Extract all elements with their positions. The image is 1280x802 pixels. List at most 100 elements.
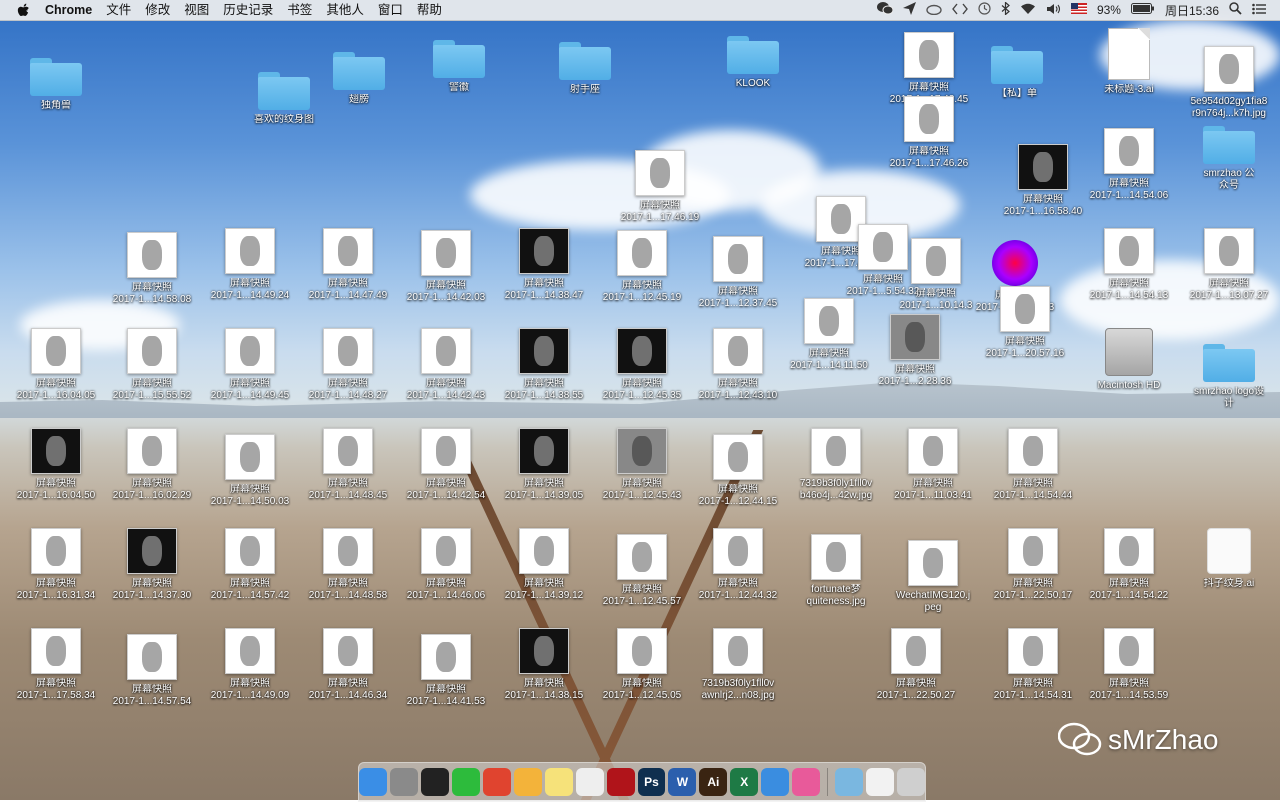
desktop-item-7319b3f0ly1fll0v[interactable]: 7319b3f0ly1fll0v awnlrj2...n08.jpg [690, 628, 786, 702]
desktop-item-屏幕快照[interactable]: 屏幕快照 2017-1...22.50.17 [985, 528, 1081, 602]
desktop-item-屏幕快照[interactable]: 屏幕快照 2017-1...12.44.32 [690, 528, 786, 602]
desktop-item-屏幕快照[interactable]: 屏幕快照 2017-1...16.04.50 [8, 428, 104, 502]
desktop-item-屏幕快照[interactable]: 屏幕快照 2017-1...14.54.22 [1081, 528, 1177, 602]
cloud-status-icon[interactable] [926, 3, 942, 18]
menu-edit[interactable]: 修改 [138, 0, 177, 20]
battery-icon[interactable] [1130, 3, 1155, 17]
desktop-item-屏幕快照[interactable]: 屏幕快照 2017-1...12.45.57 [594, 534, 690, 608]
desktop-item-屏幕快照[interactable]: 屏幕快照 2017-1...14.50.03 [202, 434, 298, 508]
desktop-item-屏幕快照[interactable]: 屏幕快照 2017-1...14.58.08 [104, 232, 200, 306]
battery-percent[interactable]: 93% [1097, 3, 1121, 17]
desktop-item-屏幕快照[interactable]: 屏幕快照 2017-1...15.55.52 [104, 328, 200, 402]
desktop-item-屏幕快照[interactable]: 屏幕快照 2017-1...22.50.27 [868, 628, 964, 702]
dock-reminders-icon[interactable] [575, 768, 604, 796]
desktop-item-屏幕快照[interactable]: 屏幕快照 2017-1...11.03.41 [885, 428, 981, 502]
desktop-item-屏幕快照[interactable]: 屏幕快照 2017-1...17.58.34 [8, 628, 104, 702]
dock-safari-icon[interactable] [761, 768, 790, 796]
desktop-item-5e954d02gy1fia8[interactable]: 5e954d02gy1fia8 r9n764j...k7h.jpg [1181, 46, 1277, 120]
dock-illustrator-icon[interactable]: Ai [699, 768, 728, 796]
desktop-item-屏幕快照[interactable]: 屏幕快照 2017-1...14.53.59 [1081, 628, 1177, 702]
input-flag-icon[interactable] [1070, 3, 1087, 17]
desktop-item-7319b3f0ly1fll0v[interactable]: 7319b3f0ly1fll0v b46o4j...42w.jpg [788, 428, 884, 502]
desktop-item-屏幕快照[interactable]: 屏幕快照 2017-1...14.42.03 [398, 230, 494, 304]
desktop-item-屏幕快照[interactable]: 屏幕快照 2017-1...16.31.34 [8, 528, 104, 602]
dock-chrome-icon[interactable] [482, 768, 511, 796]
clock[interactable]: 周日15:36 [1165, 2, 1219, 19]
desktop-item-翅膀[interactable]: 翅膀 [311, 52, 407, 106]
desktop-item-屏幕快照[interactable]: 屏幕快照 2017-1...12.43.10 [690, 328, 786, 402]
desktop-item-屏幕快照[interactable]: 屏幕快照 2017-1...14.42.43 [398, 328, 494, 402]
dock-trash-icon[interactable] [897, 768, 925, 796]
app-menu-chrome[interactable]: Chrome [38, 0, 99, 20]
desktop-item-屏幕快照[interactable]: 屏幕快照 2017-1...16.02.29 [104, 428, 200, 502]
desktop-item-屏幕快照[interactable]: 屏幕快照 2017-1...16.58.40 [995, 144, 1091, 218]
desktop-item-屏幕快照[interactable]: 屏幕快照 2017-1...12.45.19 [594, 230, 690, 304]
desktop-item-屏幕快照[interactable]: 屏幕快照 2017-1...12.45.35 [594, 328, 690, 402]
desktop-item-macintosh-hd[interactable]: Macintosh HD [1081, 328, 1177, 392]
desktop-item-屏幕快照[interactable]: 屏幕快照 2017-1...20.57.16 [977, 286, 1073, 360]
desktop-item-屏幕快照[interactable]: 屏幕快照 2017-1...14.54.44 [985, 428, 1081, 502]
dock-photos-icon[interactable] [513, 768, 542, 796]
dock-photoshop-icon[interactable]: Ps [637, 768, 666, 796]
desktop-item-屏幕快照[interactable]: 屏幕快照 2017-1...12.37.45 [690, 236, 786, 310]
desktop-item-屏幕快照[interactable]: 屏幕快照 2017-1...14.48.27 [300, 328, 396, 402]
desktop-item-屏幕快照[interactable]: 屏幕快照 2017-1...16.04.05 [8, 328, 104, 402]
desktop-item-屏幕快照[interactable]: 屏幕快照 2017-1...12.45.05 [594, 628, 690, 702]
desktop-item-klook[interactable]: KLOOK [705, 36, 801, 90]
desktop-item-屏幕快照[interactable]: 屏幕快照 2017-1...12.44.15 [690, 434, 786, 508]
desktop-item-smrzhao-公[interactable]: smrzhao 公 众号 [1181, 126, 1277, 192]
desktop-item-抖子纹身-ai[interactable]: 抖子纹身.ai [1181, 528, 1277, 590]
desktop-item-屏幕快照[interactable]: 屏幕快照 2017-1...14.46.06 [398, 528, 494, 602]
desktop-item-wechatimg120-j[interactable]: WechatIMG120.j peg [885, 540, 981, 614]
desktop-item-fortunate梦[interactable]: fortunate梦 quiteness.jpg [788, 534, 884, 608]
menu-people[interactable]: 其他人 [319, 0, 371, 20]
desktop-item-警徽[interactable]: 警徽 [411, 40, 507, 94]
desktop-item-屏幕快照[interactable]: 屏幕快照 2017-1...14.42.54 [398, 428, 494, 502]
desktop-item-屏幕快照[interactable]: 屏幕快照 2017-1...14.57.42 [202, 528, 298, 602]
desktop-item-屏幕快照[interactable]: 屏幕快照 2017-1...2.28.36 [867, 314, 963, 388]
desktop-item-屏幕快照[interactable]: 屏幕快照 2017-1...14.49.24 [202, 228, 298, 302]
desktop-item-屏幕快照[interactable]: 屏幕快照 2017-1...12.45.43 [594, 428, 690, 502]
send-icon[interactable] [902, 2, 916, 18]
menu-file[interactable]: 文件 [99, 0, 138, 20]
apple-icon[interactable] [16, 3, 30, 18]
code-brackets-icon[interactable] [952, 3, 968, 18]
desktop-item-屏幕快照[interactable]: 屏幕快照 2017-1...17.46.26 [881, 96, 977, 170]
desktop-item-屏幕快照[interactable]: 屏幕快照 2017-1...17.46.19 [612, 150, 708, 224]
menu-view[interactable]: 视图 [177, 0, 216, 20]
desktop-item-屏幕快照[interactable]: 屏幕快照 2017-1...14.38.47 [496, 228, 592, 302]
menu-bookmarks[interactable]: 书签 [280, 0, 319, 20]
desktop-item-屏幕快照[interactable]: 屏幕快照 2017-1...17.42.45 [881, 32, 977, 106]
desktop-item-屏幕快照[interactable]: 屏幕快照 2017-1...14.57.54 [104, 634, 200, 708]
desktop-item-屏幕快照[interactable]: 屏幕快照 2017-1...13.07.27 [1181, 228, 1277, 302]
dock-notes-icon[interactable] [544, 768, 573, 796]
dock-wechat-icon[interactable] [451, 768, 480, 796]
dock-finder-icon[interactable] [359, 768, 387, 796]
desktop-item-屏幕快照[interactable]: 屏幕快照 2017-1...14.54.31 [985, 628, 1081, 702]
desktop-item-屏幕快照[interactable]: 屏幕快照 2017-1...14.38.55 [496, 328, 592, 402]
menu-history[interactable]: 历史记录 [216, 0, 280, 20]
desktop-item-屏幕快照[interactable]: 屏幕快照 2017-1...14.46.34 [300, 628, 396, 702]
bluetooth-icon[interactable] [1001, 1, 1010, 18]
desktop-item-屏幕快照[interactable]: 屏幕快照 2017-1...14.49.45 [202, 328, 298, 402]
desktop-item-smrzhao-logo设[interactable]: smrzhao logo设 计 [1181, 344, 1277, 410]
spotlight-icon[interactable] [1229, 2, 1242, 18]
desktop-item-屏幕快照[interactable]: 屏幕快照 2017-1...14.48.45 [300, 428, 396, 502]
desktop-item-私-单[interactable]: 【私】单 [969, 46, 1065, 100]
wechat-status-icon[interactable] [876, 2, 894, 18]
dock-mail-icon[interactable] [866, 768, 894, 796]
desktop-item-屏幕快照[interactable]: 屏幕快照 2017-1...14.39.12 [496, 528, 592, 602]
desktop-item-屏幕快照[interactable]: 屏幕快照 2017-1...14.54.06 [1081, 128, 1177, 202]
menu-window[interactable]: 窗口 [371, 0, 410, 20]
notification-center-icon[interactable] [1252, 3, 1266, 18]
dock-word-icon[interactable]: W [668, 768, 697, 796]
desktop-item-独角兽[interactable]: 独角兽 [8, 58, 104, 112]
desktop-item-屏幕快照[interactable]: 屏幕快照 2017-1...14.41.53 [398, 634, 494, 708]
desktop-item-屏幕快照[interactable]: 屏幕快照 2017-1...14.37.30 [104, 528, 200, 602]
desktop-item-射手座[interactable]: 射手座 [537, 42, 633, 96]
dock-launchpad-icon[interactable] [390, 768, 418, 796]
desktop-item-未标题-3-ai[interactable]: 未标题-3.ai [1081, 28, 1177, 96]
desktop-item-屏幕快照[interactable]: 屏幕快照 2017-1...14.38.15 [496, 628, 592, 702]
desktop-item-屏幕快照[interactable]: 屏幕快照 2017-1...14.54.13 [1081, 228, 1177, 302]
desktop-item-屏幕快照[interactable]: 屏幕快照 2017-1...14.49.09 [202, 628, 298, 702]
